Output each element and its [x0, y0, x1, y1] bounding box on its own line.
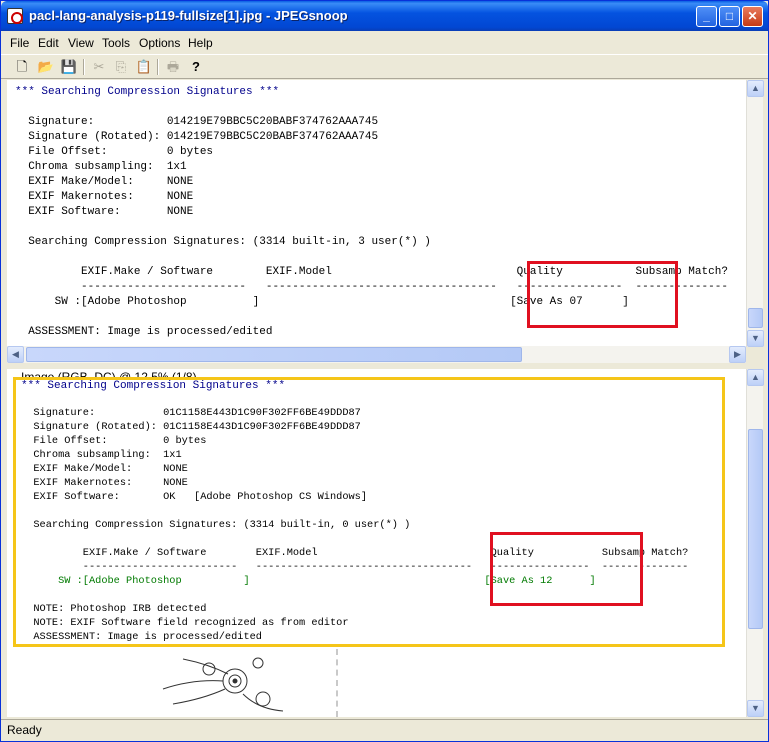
scroll-up-button[interactable]: ▲ [747, 80, 764, 97]
pane2-vertical-scrollbar[interactable]: ▲ ▼ [746, 369, 764, 717]
app-window: pacl-lang-analysis-p119-fullsize[1].jpg … [0, 0, 769, 742]
menu-tools[interactable]: Tools [102, 36, 130, 50]
save-icon[interactable]: 💾 [60, 58, 78, 76]
close-button[interactable]: ✕ [742, 6, 763, 27]
cut-icon[interactable]: ✂ [90, 58, 108, 76]
open-folder-icon[interactable]: 📂 [37, 58, 55, 76]
help-icon[interactable]: ? [187, 58, 205, 76]
pane1-line: Chroma subsampling: 1x1 [15, 161, 187, 173]
pane1-line: ASSESSMENT: Image is processed/edited [15, 326, 273, 338]
menu-bar: File Edit View Tools Options Help [1, 32, 768, 53]
pane1-vertical-scroll-thumb[interactable] [748, 308, 763, 328]
toolbar-separator [83, 59, 85, 75]
pane2-vertical-scroll-thumb[interactable] [748, 429, 763, 629]
window-title: pacl-lang-analysis-p119-fullsize[1].jpg … [29, 8, 348, 23]
decorative-image-thumbnail [162, 657, 284, 712]
scroll-up-button[interactable]: ▲ [747, 369, 764, 386]
menu-options[interactable]: Options [139, 36, 180, 50]
pane1-line: Signature: 014219E79BBC5C20BABF374762AAA… [15, 116, 379, 128]
bottom-pane-highlight [13, 377, 725, 647]
image-preview [13, 649, 338, 717]
pane1-horizontal-scroll-thumb[interactable] [26, 347, 522, 362]
print-icon[interactable]: 🖶 [164, 58, 182, 76]
quality-highlight-top [527, 261, 678, 328]
toolbar: 🗋 📂 💾 ✂ ⎘ 📋 🖶 ? [1, 54, 768, 79]
pane1-line: Signature (Rotated): 014219E79BBC5C20BAB… [15, 131, 379, 143]
copy-icon[interactable]: ⎘ [112, 58, 130, 76]
pane1-line: EXIF Makernotes: NONE [15, 191, 194, 203]
pane1-horizontal-scrollbar[interactable]: ◀ ▶ [7, 346, 746, 363]
pane1-line: EXIF Software: NONE [15, 206, 194, 218]
scroll-down-button[interactable]: ▼ [747, 700, 764, 717]
title-bar[interactable]: pacl-lang-analysis-p119-fullsize[1].jpg … [1, 1, 768, 31]
menu-help[interactable]: Help [188, 36, 213, 50]
pane1-line: File Offset: 0 bytes [15, 146, 214, 158]
pane1-line: EXIF Make/Model: NONE [15, 176, 194, 188]
menu-view[interactable]: View [68, 36, 94, 50]
paste-icon[interactable]: 📋 [135, 58, 153, 76]
minimize-button[interactable]: _ [696, 6, 717, 27]
toolbar-separator [157, 59, 159, 75]
new-file-icon[interactable]: 🗋 [13, 58, 31, 76]
pane1-vertical-scrollbar[interactable]: ▲ ▼ [746, 80, 764, 347]
menu-edit[interactable]: Edit [38, 36, 59, 50]
maximize-button[interactable]: □ [719, 6, 740, 27]
status-bar: Ready [1, 719, 768, 741]
scroll-right-button[interactable]: ▶ [729, 346, 746, 363]
scroll-down-button[interactable]: ▼ [747, 330, 764, 347]
status-text: Ready [7, 723, 42, 737]
menu-file[interactable]: File [10, 36, 29, 50]
pane1-line: Searching Compression Signatures: (3314 … [15, 236, 431, 248]
scroll-left-button[interactable]: ◀ [7, 346, 24, 363]
jpegsnoop-app-icon[interactable] [7, 8, 23, 24]
pane1-header: *** Searching Compression Signatures *** [15, 86, 280, 98]
quality-highlight-bottom [490, 532, 643, 606]
